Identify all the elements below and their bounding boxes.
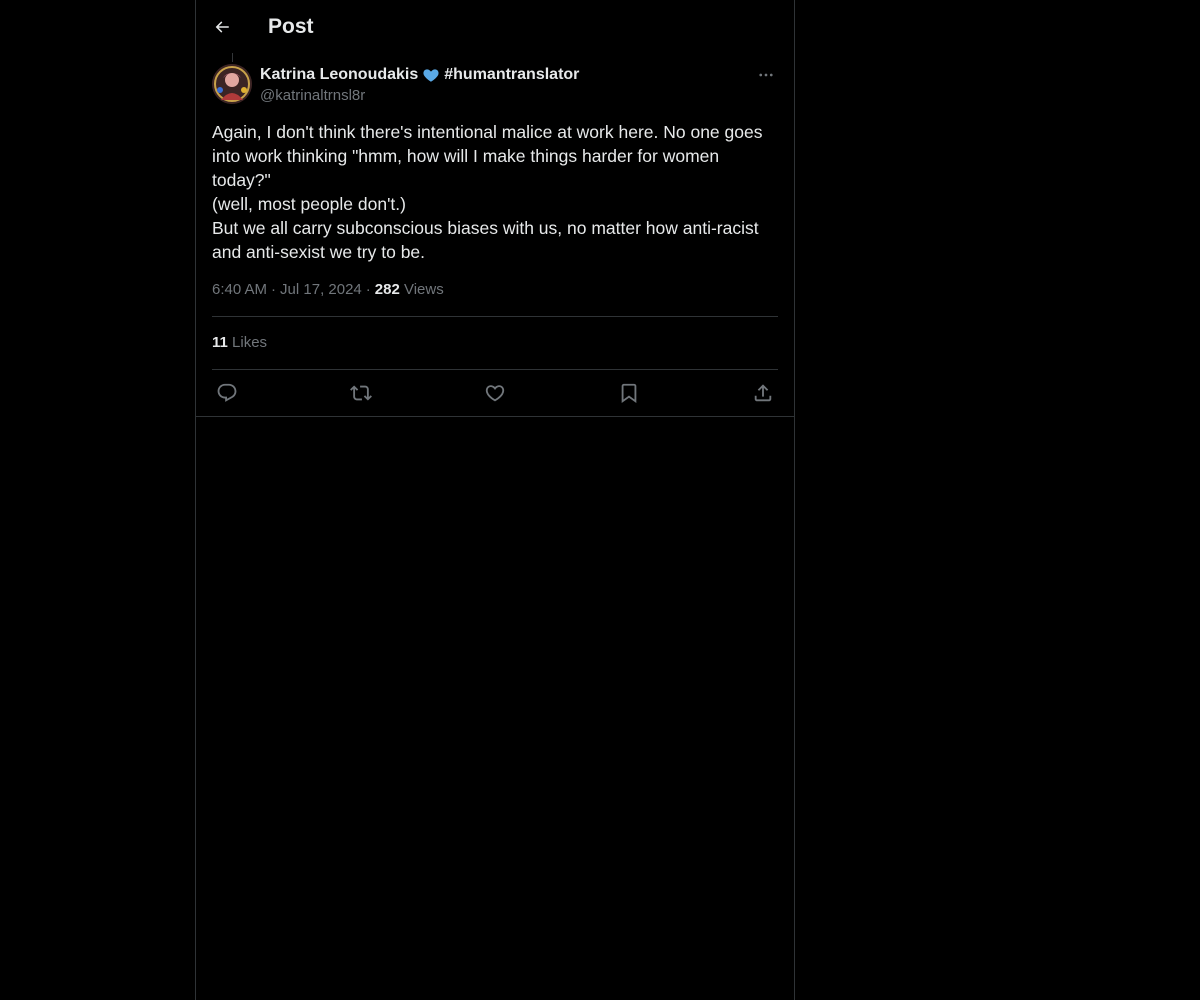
post-meta: 6:40 AM · Jul 17, 2024 · 282 Views <box>212 280 444 300</box>
post-text-line: But we all carry subconscious biases wit… <box>212 218 764 262</box>
share-button[interactable] <box>748 380 778 406</box>
likes-stat[interactable]: 11 Likes <box>212 333 267 353</box>
post-bottom-border <box>196 416 794 417</box>
share-icon <box>754 384 772 402</box>
avatar[interactable] <box>212 64 252 104</box>
separator-dot: · <box>271 281 277 298</box>
thread-connector-line <box>232 53 233 62</box>
post-column: Post Katrina Leonoudakis #humantranslato… <box>195 0 795 1000</box>
page-header: Post <box>196 0 794 53</box>
post-time[interactable]: 6:40 AM <box>212 281 267 298</box>
post-text: Again, I don't think there's intentional… <box>212 120 778 264</box>
author-display-name[interactable]: Katrina Leonoudakis #humantranslator <box>260 64 579 86</box>
author-hashtag: #humantranslator <box>444 66 580 83</box>
arrow-left-icon <box>215 21 229 33</box>
views-count: 282 <box>374 281 400 298</box>
ellipsis-icon <box>759 73 773 77</box>
blue-heart-emoji-icon <box>423 69 439 82</box>
author-row: Katrina Leonoudakis #humantranslator @ka… <box>212 64 778 108</box>
post-date[interactable]: Jul 17, 2024 <box>280 281 362 298</box>
post-text-line: Again, I don't think there's intentional… <box>212 122 768 190</box>
author-names: Katrina Leonoudakis #humantranslator @ka… <box>260 64 579 106</box>
bookmark-button[interactable] <box>614 380 644 406</box>
like-button[interactable] <box>480 380 510 406</box>
divider <box>212 369 778 370</box>
bookmark-icon <box>621 383 637 404</box>
page-title: Post <box>268 15 314 38</box>
divider <box>212 316 778 317</box>
views-label: Views <box>403 281 444 298</box>
back-button[interactable] <box>212 11 232 43</box>
separator-dot: · <box>365 281 371 298</box>
action-bar <box>212 380 778 406</box>
repost-icon <box>350 385 372 401</box>
reply-button[interactable] <box>212 380 242 406</box>
post-text-line: (well, most people don't.) <box>212 194 406 214</box>
likes-label: Likes <box>232 334 268 351</box>
heart-icon <box>485 385 505 402</box>
repost-button[interactable] <box>346 380 376 406</box>
likes-count: 11 <box>212 334 228 351</box>
author-name: Katrina Leonoudakis <box>260 66 419 83</box>
author-handle[interactable]: @katrinaltrnsl8r <box>260 86 579 106</box>
reply-icon <box>217 383 237 402</box>
more-options-button[interactable] <box>754 64 778 86</box>
